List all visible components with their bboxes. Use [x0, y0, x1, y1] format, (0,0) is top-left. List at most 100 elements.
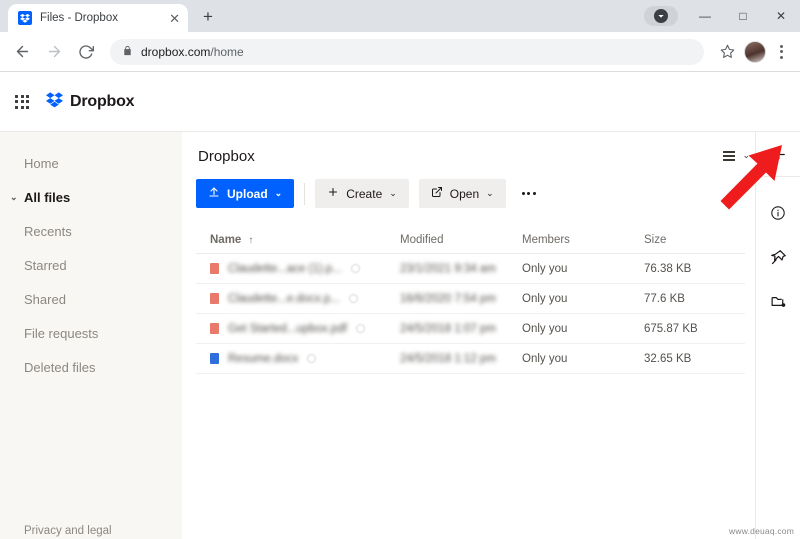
sidebar: Home ⌄ All files Recents Starred Shared …: [0, 132, 182, 539]
browser-tab-title: Files - Dropbox: [40, 12, 118, 24]
profile-pill-icon: [654, 9, 668, 23]
browser-profile-avatar[interactable]: [744, 40, 766, 63]
chevron-down-icon: ⌄: [274, 188, 283, 198]
info-button[interactable]: [756, 191, 800, 235]
sidebar-item-file-requests[interactable]: File requests: [0, 316, 182, 350]
column-header-size[interactable]: Size: [644, 234, 759, 246]
address-bar[interactable]: dropbox.com/home: [110, 38, 704, 65]
sidebar-item-label: All files: [24, 189, 71, 205]
back-button[interactable]: [8, 38, 36, 66]
upload-button[interactable]: Upload ⌄: [196, 179, 295, 208]
privacy-and-legal-link[interactable]: Privacy and legal: [24, 525, 112, 537]
column-header-members[interactable]: Members: [522, 234, 644, 246]
open-button[interactable]: Open ⌄: [418, 179, 506, 208]
browser-tab[interactable]: Files - Dropbox ✕: [8, 4, 188, 32]
collapse-panel-button[interactable]: [756, 132, 800, 176]
watermark: www.deuaq.com: [729, 526, 794, 536]
window-controls: — □ ✕: [686, 0, 800, 32]
file-name-cell: Resume.docx: [210, 353, 400, 365]
sidebar-item-home[interactable]: Home: [0, 146, 182, 180]
sidebar-item-label: Starred: [24, 257, 67, 273]
docx-file-icon: [210, 353, 219, 364]
file-modified-cell: 24/5/2018 1:12 pm: [400, 352, 496, 365]
sidebar-item-shared[interactable]: Shared: [0, 282, 182, 316]
tab-close-icon[interactable]: ✕: [169, 12, 180, 25]
chevron-down-icon: ⌄: [486, 188, 494, 198]
folder-activity-button[interactable]: [756, 279, 800, 323]
toolbar-divider: [304, 182, 306, 205]
view-toggle-button[interactable]: ⌄: [723, 150, 750, 161]
bookmark-star-icon[interactable]: [714, 39, 740, 65]
reload-button[interactable]: [72, 38, 100, 66]
chevron-down-icon: ⌄: [742, 150, 750, 160]
new-tab-button[interactable]: +: [194, 3, 222, 31]
file-members-cell: Only you: [522, 262, 568, 275]
dropbox-logo[interactable]: Dropbox: [46, 91, 135, 113]
sidebar-item-recents[interactable]: Recents: [0, 214, 182, 248]
plus-icon: [327, 186, 339, 201]
file-toolbar: Upload ⌄ Create ⌄ Open ⌄: [196, 179, 800, 208]
list-view-icon: [723, 150, 736, 161]
file-modified-cell: 16/6/2020 7:54 pm: [400, 292, 496, 305]
file-name-cell: Claudette...ace (1).p...: [210, 263, 400, 275]
more-options-icon[interactable]: [516, 181, 542, 207]
window-maximize-button[interactable]: □: [724, 0, 762, 32]
browser-toolbar: dropbox.com/home: [0, 32, 800, 72]
file-table: Name ↑ Modified Members Size Claudette...…: [196, 226, 745, 374]
page-title: Dropbox: [198, 148, 255, 165]
sidebar-item-label: Shared: [24, 291, 66, 307]
window-minimize-button[interactable]: —: [686, 0, 724, 32]
browser-tab-strip: Files - Dropbox ✕ + — □ ✕: [0, 0, 800, 32]
share-status-icon: [355, 324, 365, 333]
table-header-row: Name ↑ Modified Members Size: [196, 226, 745, 254]
sort-ascending-icon: ↑: [248, 234, 254, 246]
lock-icon: [122, 43, 133, 61]
file-modified-cell: 23/1/2021 9:34 am: [400, 262, 496, 275]
right-rail: [755, 132, 800, 539]
file-size-cell: 675.87 KB: [644, 322, 698, 335]
browser-window: Files - Dropbox ✕ + — □ ✕ dropbox.com/ho…: [0, 0, 800, 539]
pin-button[interactable]: [756, 235, 800, 279]
share-status-icon: [348, 294, 358, 303]
share-status-icon: [307, 354, 317, 363]
sidebar-item-label: Deleted files: [24, 359, 96, 375]
sidebar-item-deleted-files[interactable]: Deleted files: [0, 350, 182, 384]
table-row[interactable]: Get Started...upbox.pdf 24/5/2018 1:07 p…: [196, 314, 745, 344]
table-row[interactable]: Resume.docx 24/5/2018 1:12 pm Only you 3…: [196, 344, 745, 374]
sidebar-item-label: Home: [24, 155, 59, 171]
browser-profile-pill[interactable]: [644, 6, 678, 26]
sidebar-item-label: Recents: [24, 223, 72, 239]
file-size-cell: 32.65 KB: [644, 352, 692, 365]
app-body: Home ⌄ All files Recents Starred Shared …: [0, 132, 800, 539]
table-row[interactable]: Claudette...ace (1).p... 23/1/2021 9:34 …: [196, 254, 745, 284]
sidebar-item-starred[interactable]: Starred: [0, 248, 182, 282]
share-status-icon: [350, 264, 360, 273]
open-button-label: Open: [449, 186, 480, 201]
file-name-cell: Claudette...e.docx.p...: [210, 293, 400, 305]
column-header-name[interactable]: Name ↑: [210, 234, 400, 246]
apps-grid-icon[interactable]: [8, 88, 36, 116]
file-size-cell: 77.6 KB: [644, 292, 685, 305]
file-name-cell: Get Started...upbox.pdf: [210, 323, 400, 335]
sidebar-item-all-files[interactable]: ⌄ All files: [0, 180, 182, 214]
external-link-icon: [431, 186, 443, 201]
main-content: Dropbox ⌄ Upload ⌄ Create ⌄ Open ⌄ Name …: [182, 132, 800, 539]
file-size-cell: 76.38 KB: [644, 262, 692, 275]
dropbox-favicon-icon: [18, 11, 32, 25]
file-modified-cell: 24/5/2018 1:07 pm: [400, 322, 496, 335]
create-button[interactable]: Create ⌄: [315, 179, 409, 208]
forward-button[interactable]: [40, 38, 68, 66]
upload-button-label: Upload: [227, 186, 268, 201]
upload-arrow-icon: [208, 186, 220, 201]
file-name-label: Get Started...upbox.pdf: [228, 322, 347, 335]
file-members-cell: Only you: [522, 352, 568, 365]
column-header-modified[interactable]: Modified: [400, 234, 522, 246]
table-row[interactable]: Claudette...e.docx.p... 16/6/2020 7:54 p…: [196, 284, 745, 314]
window-close-button[interactable]: ✕: [762, 0, 800, 32]
dropbox-glyph-icon: [46, 91, 63, 113]
address-bar-url: dropbox.com/home: [141, 44, 244, 59]
rail-divider: [755, 176, 800, 177]
file-name-label: Claudette...ace (1).p...: [228, 262, 342, 275]
pdf-file-icon: [210, 263, 219, 274]
browser-menu-icon[interactable]: [770, 44, 792, 59]
